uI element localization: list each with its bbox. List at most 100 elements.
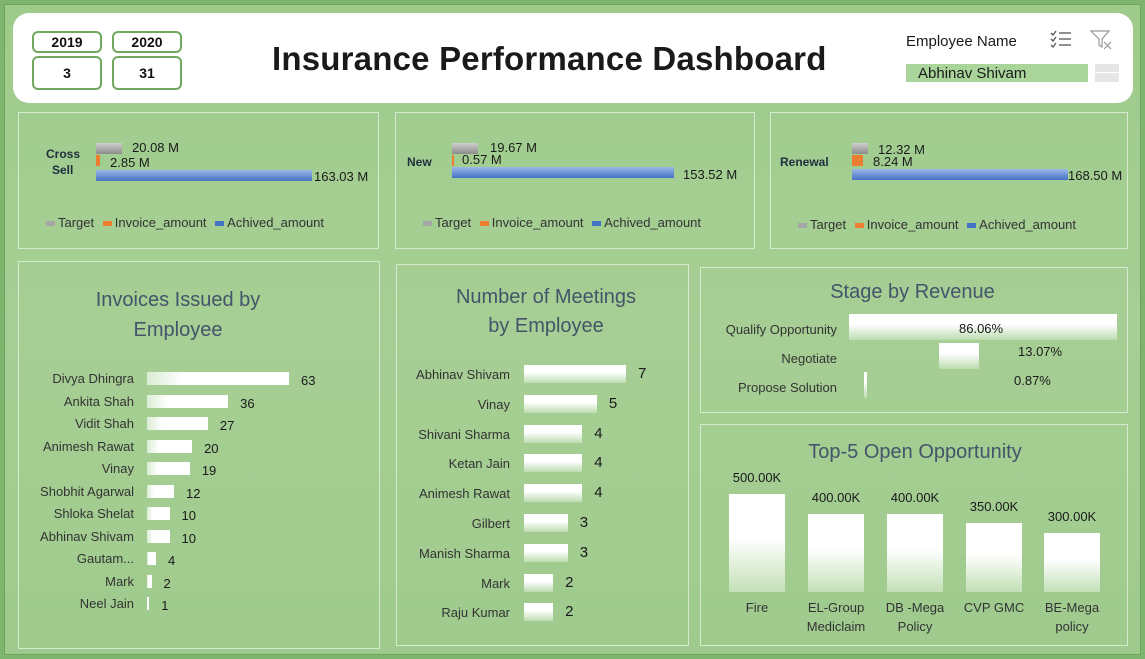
invoice-row-label: Vinay (101, 461, 134, 476)
page-title: Insurance Performance Dashboard (272, 40, 827, 77)
year-2020-button[interactable]: 2020 (112, 31, 182, 53)
invoice-value: 2 (163, 575, 171, 591)
invoice-bar (147, 462, 190, 475)
kpi-renewal-achieved-value: 168.50 M (1068, 168, 1123, 183)
legend-invoice: Invoice_amount (866, 217, 959, 232)
invoice-value: 1 (161, 598, 169, 613)
kpi-cross-sell-achieved-bar (96, 170, 312, 181)
top5-bar (729, 494, 785, 592)
invoice-value: 19 (201, 463, 217, 478)
legend-achieved: Achived_amount (604, 215, 702, 230)
invoice-value: 4 (168, 553, 176, 568)
top5-bar (966, 523, 1022, 592)
year-2019-button[interactable]: 2019 (32, 31, 102, 53)
top5-label: DB -Mega (885, 600, 945, 615)
invoice-bar (147, 372, 289, 385)
invoice-row-label: Shobhit Agarwal (40, 483, 134, 499)
kpi-new-achieved-value: 153.52 M (683, 167, 738, 182)
top5-title: Top-5 Open Opportunity (808, 441, 1022, 463)
stage-bar (863, 372, 867, 398)
invoice-value: 10 (181, 508, 196, 523)
legend-achieved: Achived_amount (979, 217, 1077, 232)
meeting-value: 3 (579, 543, 589, 561)
count-2019-card: 3 (32, 56, 102, 90)
meeting-bar (524, 424, 583, 443)
stage-value: 86.06% (959, 321, 1004, 336)
meeting-value: 3 (579, 514, 589, 531)
stage-value: 13.07% (1018, 344, 1063, 359)
legend-target: Target (810, 217, 847, 232)
meeting-row-label: Animesh Rawat (418, 486, 510, 502)
top5-label-line2: policy (1055, 619, 1089, 634)
top5-bar (808, 513, 864, 592)
kpi-new-achieved-bar (452, 167, 674, 178)
kpi-new-invoice-value: 0.57 M (462, 152, 502, 167)
kpi-cross-sell-invoice-bar (96, 155, 100, 166)
top5-label: EL-Group (807, 600, 865, 615)
top5-label-line2: Policy (897, 619, 933, 634)
invoice-row-label: Neel Jain (79, 596, 134, 611)
invoice-row-label: Abhinav Shivam (40, 528, 134, 544)
top5-value: 350.00K (969, 499, 1019, 515)
invoice-bar (147, 552, 157, 565)
meeting-row-label: Abhinav Shivam (416, 367, 510, 382)
stage-bar (938, 343, 980, 369)
kpi-new-invoice-bar (452, 155, 454, 166)
legend-target: Target (435, 215, 472, 230)
invoice-bar (147, 417, 208, 430)
multi-select-icon[interactable] (1050, 30, 1072, 55)
meeting-row-label: Vinay (477, 396, 510, 412)
meeting-bar (524, 603, 554, 622)
top5-label: Fire (745, 600, 769, 615)
invoice-bar (147, 597, 150, 610)
invoice-value: 12 (186, 485, 201, 501)
top5-bar (887, 513, 943, 592)
top5-label: CVP GMC (963, 600, 1025, 615)
meeting-bar (524, 573, 554, 592)
legend-invoice: Invoice_amount (114, 215, 207, 230)
clear-filter-icon[interactable] (1089, 30, 1112, 55)
meeting-bar (524, 454, 583, 473)
stage-row-label: Negotiate (781, 351, 837, 366)
meeting-row-label: Ketan Jain (448, 456, 510, 472)
kpi-new-legend: Target Invoice_amount Achived_amount (423, 215, 701, 230)
top5-value: 400.00K (811, 489, 861, 505)
top5-value: 300.00K (1047, 509, 1097, 525)
legend-target: Target (58, 215, 95, 230)
count-2020-card: 31 (112, 56, 182, 90)
employee-slicer-scroll[interactable] (1095, 64, 1119, 82)
invoice-value: 10 (181, 530, 196, 546)
meeting-bar (524, 365, 626, 383)
meeting-value: 4 (594, 484, 603, 502)
meeting-bar (524, 514, 568, 532)
invoice-row-label: Mark (105, 573, 134, 589)
top5-value: 400.00K (890, 489, 940, 505)
invoices-title-1: Invoices Issued by (95, 289, 261, 311)
invoice-value: 27 (219, 418, 235, 433)
invoice-bar (147, 574, 152, 588)
kpi-renewal-invoice-value: 8.24 M (873, 154, 913, 169)
employee-slicer-item[interactable]: Abhinav Shivam (906, 64, 1088, 82)
invoice-row-label: Vidit Shah (74, 416, 134, 431)
meeting-row-label: Gilbert (471, 516, 510, 531)
meetings-title-1: Number of Meetings (455, 286, 637, 308)
kpi-renewal-legend: Target Invoice_amount Achived_amount (798, 217, 1076, 232)
invoice-row-label: Divya Dhingra (52, 371, 134, 386)
top5-label: BE-Mega (1044, 600, 1100, 615)
meetings-title-2: by Employee (488, 315, 604, 337)
top5-value: 500.00K (732, 470, 782, 485)
kpi-cross-sell-label-1: Cross (46, 147, 81, 161)
meeting-value: 2 (565, 573, 574, 591)
kpi-cross-sell-target-value: 20.08 M (132, 140, 179, 155)
invoice-value: 20 (204, 440, 219, 456)
kpi-cross-sell-target-bar (96, 143, 122, 154)
meeting-value: 4 (594, 454, 603, 472)
invoice-value: 36 (240, 395, 255, 411)
meeting-row-label: Raju Kumar (441, 605, 510, 621)
kpi-renewal-achieved-bar (852, 169, 1068, 180)
employee-slicer-label: Employee Name (906, 33, 1017, 50)
invoice-row-label: Ankita Shah (63, 393, 134, 409)
meeting-row-label: Mark (481, 575, 510, 591)
invoice-row-label: Shloka Shelat (53, 506, 134, 521)
invoice-bar (147, 439, 193, 453)
